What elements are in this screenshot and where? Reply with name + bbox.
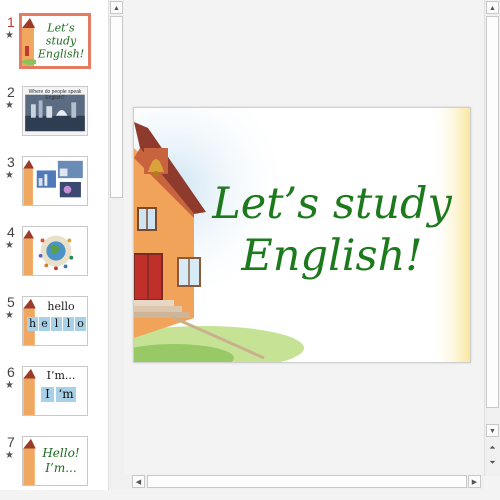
thumbnail-title: Let’s study English!	[37, 21, 85, 61]
scrollbar-thumb[interactable]	[110, 16, 123, 198]
star-icon: ★	[5, 30, 14, 41]
slide-number: 1	[7, 14, 15, 30]
photo-collage	[23, 159, 83, 205]
letter-tile: I	[41, 387, 54, 402]
thumbnail-image[interactable]: Let’s study English!	[19, 13, 91, 69]
slide-thumbnail-7[interactable]: 7 ★ Hello! I’m...	[0, 434, 108, 490]
presentation-editor: 1 ★ Let’s study English! 2 ★ Where do pe…	[0, 0, 500, 500]
thumbnail-scrollbar[interactable]: ▲	[108, 0, 124, 500]
slide-number: 4	[7, 224, 15, 240]
house-illustration	[23, 368, 36, 415]
thumbnail-image[interactable]	[22, 156, 88, 206]
slide-thumbnail-1[interactable]: 1 ★ Let’s study English!	[0, 13, 108, 70]
triangle-up-icon[interactable]: ▲	[110, 1, 123, 14]
triangle-left-icon[interactable]: ◀	[132, 475, 145, 488]
thumbnail-image[interactable]	[22, 226, 88, 276]
slide-thumbnail-3[interactable]: 3 ★	[0, 154, 108, 210]
star-icon: ★	[5, 310, 14, 321]
thumbnail-caption: Where do people speak English?	[28, 89, 82, 101]
house-illustration	[22, 18, 36, 66]
scrollbar-thumb[interactable]	[486, 16, 499, 408]
letter-tile: l	[63, 317, 74, 331]
triangle-right-icon[interactable]: ▶	[468, 475, 481, 488]
slide-thumbnail-6[interactable]: 6 ★ I’m... I ‘m	[0, 364, 108, 420]
star-icon: ★	[5, 170, 14, 181]
thumbnail-word: hello	[47, 300, 75, 313]
slide-number: 3	[7, 154, 15, 170]
main-vertical-scrollbar[interactable]: ▲ ▼ ⏶ ⏷	[484, 0, 500, 476]
slide-title-line-2: English!	[241, 231, 423, 281]
thumbnail-image[interactable]: hello h e l l o	[22, 296, 88, 346]
triangle-up-icon[interactable]: ▲	[486, 1, 499, 14]
slide-editing-area: Let’s study English!	[124, 0, 484, 476]
slide-thumbnail-5[interactable]: 5 ★ hello h e l l o	[0, 294, 108, 350]
thumbnail-image[interactable]: Where do people speak English?	[22, 86, 88, 136]
letter-tile: ‘m	[56, 387, 76, 402]
star-icon: ★	[5, 240, 14, 251]
double-down-icon[interactable]: ⏷	[486, 456, 499, 469]
scrollbar-thumb[interactable]	[147, 475, 467, 488]
main-horizontal-scrollbar[interactable]: ◀ ▶	[124, 474, 484, 490]
slide-thumbnail-panel: 1 ★ Let’s study English! 2 ★ Where do pe…	[0, 0, 109, 500]
star-icon: ★	[5, 450, 14, 461]
letter-tile: o	[75, 317, 86, 331]
slide-thumbnail-4[interactable]: 4 ★	[0, 224, 108, 280]
bottom-strip	[0, 490, 500, 500]
slide-thumbnail-2[interactable]: 2 ★ Where do people speak English?	[0, 84, 108, 140]
thumbnail-word: I’m...	[46, 369, 76, 382]
slide-number: 7	[7, 434, 15, 450]
globe-children-illustration	[23, 229, 74, 275]
triangle-down-icon[interactable]: ▼	[486, 424, 499, 437]
thumbnail-image[interactable]: I’m... I ‘m	[22, 366, 88, 416]
slide-title-line-1: Let’s study	[212, 179, 452, 229]
thumbnail-image[interactable]: Hello! I’m...	[22, 436, 88, 486]
slide-number: 2	[7, 84, 15, 100]
star-icon: ★	[5, 100, 14, 111]
letter-tile: e	[39, 317, 50, 331]
letter-tile: l	[51, 317, 62, 331]
star-icon: ★	[5, 380, 14, 391]
slide-title[interactable]: Let’s study English!	[194, 178, 470, 282]
slide-number: 5	[7, 294, 15, 310]
house-illustration	[23, 438, 36, 485]
letter-tile: h	[27, 317, 38, 331]
current-slide-canvas[interactable]: Let’s study English!	[133, 107, 471, 363]
slide-number: 6	[7, 364, 15, 380]
thumbnail-title: Hello! I’m...	[42, 446, 80, 475]
double-up-icon[interactable]: ⏶	[486, 441, 499, 454]
